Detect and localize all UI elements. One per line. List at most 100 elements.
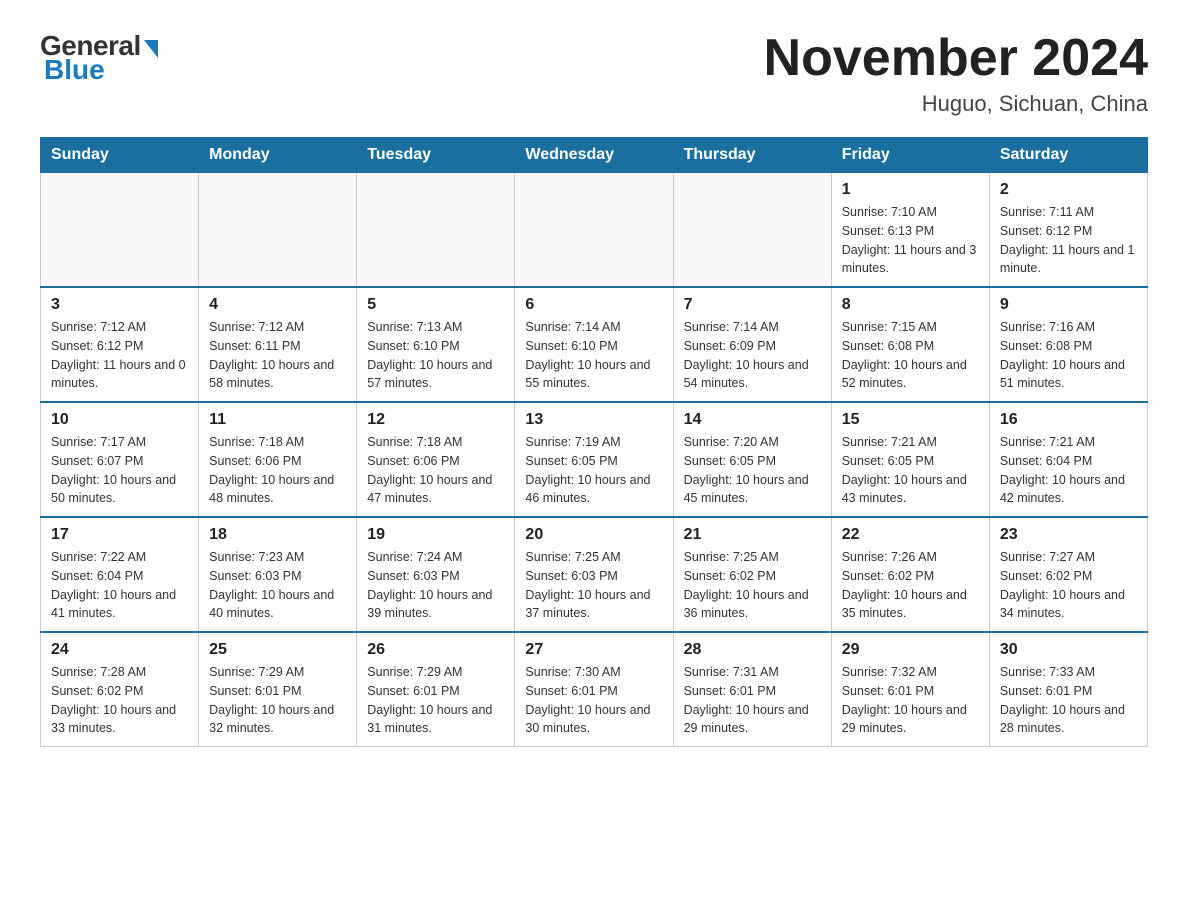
day-info: Sunrise: 7:17 AM Sunset: 6:07 PM Dayligh…	[51, 433, 188, 508]
day-info: Sunrise: 7:24 AM Sunset: 6:03 PM Dayligh…	[367, 548, 504, 623]
header-saturday: Saturday	[989, 138, 1147, 173]
table-row: 8 Sunrise: 7:15 AM Sunset: 6:08 PM Daylig…	[831, 287, 989, 402]
table-row: 11Sunrise: 7:18 AM Sunset: 6:06 PM Dayli…	[199, 402, 357, 517]
table-row	[199, 173, 357, 288]
day-info: Sunrise: 7:21 AM Sunset: 6:05 PM Dayligh…	[842, 433, 979, 508]
day-info: Sunrise: 7:13 AM Sunset: 6:10 PM Dayligh…	[367, 318, 504, 393]
table-row: 3Sunrise: 7:12 AM Sunset: 6:12 PM Daylig…	[41, 287, 199, 402]
table-row: 15 Sunrise: 7:21 AM Sunset: 6:05 PM Dayli…	[831, 402, 989, 517]
day-info: Sunrise: 7:30 AM Sunset: 6:01 PM Dayligh…	[525, 663, 662, 738]
table-row: 6 Sunrise: 7:14 AM Sunset: 6:10 PM Daylig…	[515, 287, 673, 402]
header-monday: Monday	[199, 138, 357, 173]
day-info: Sunrise: 7:19 AM Sunset: 6:05 PM Dayligh…	[525, 433, 662, 508]
day-info: Sunrise: 7:18 AM Sunset: 6:06 PM Dayligh…	[367, 433, 504, 508]
day-number: 3	[51, 296, 188, 314]
day-info: Sunrise: 7:14 AM Sunset: 6:09 PM Dayligh…	[684, 318, 821, 393]
table-row	[515, 173, 673, 288]
table-row: 22 Sunrise: 7:26 AM Sunset: 6:02 PM Dayli…	[831, 517, 989, 632]
header-tuesday: Tuesday	[357, 138, 515, 173]
day-info: Sunrise: 7:15 AM Sunset: 6:08 PM Dayligh…	[842, 318, 979, 393]
table-row	[41, 173, 199, 288]
logo: General Blue	[40, 30, 158, 86]
table-row: 16Sunrise: 7:21 AM Sunset: 6:04 PM Dayli…	[989, 402, 1147, 517]
table-row: 5 Sunrise: 7:13 AM Sunset: 6:10 PM Daylig…	[357, 287, 515, 402]
table-row: 26 Sunrise: 7:29 AM Sunset: 6:01 PM Dayli…	[357, 632, 515, 747]
day-info: Sunrise: 7:25 AM Sunset: 6:03 PM Dayligh…	[525, 548, 662, 623]
day-number: 20	[525, 526, 662, 544]
day-info: Sunrise: 7:22 AM Sunset: 6:04 PM Dayligh…	[51, 548, 188, 623]
calendar-body: 1 Sunrise: 7:10 AM Sunset: 6:13 PM Daylig…	[41, 173, 1148, 747]
calendar-week-row: 17 Sunrise: 7:22 AM Sunset: 6:04 PM Dayli…	[41, 517, 1148, 632]
day-number: 9	[1000, 296, 1137, 314]
table-row: 13 Sunrise: 7:19 AM Sunset: 6:05 PM Dayli…	[515, 402, 673, 517]
day-number: 6	[525, 296, 662, 314]
day-info: Sunrise: 7:10 AM Sunset: 6:13 PM Dayligh…	[842, 203, 979, 278]
table-row: 20 Sunrise: 7:25 AM Sunset: 6:03 PM Dayli…	[515, 517, 673, 632]
table-row: 10 Sunrise: 7:17 AM Sunset: 6:07 PM Dayli…	[41, 402, 199, 517]
calendar-table: Sunday Monday Tuesday Wednesday Thursday…	[40, 137, 1148, 747]
day-info: Sunrise: 7:21 AM Sunset: 6:04 PM Dayligh…	[1000, 433, 1137, 508]
table-row: 4 Sunrise: 7:12 AM Sunset: 6:11 PM Daylig…	[199, 287, 357, 402]
day-info: Sunrise: 7:28 AM Sunset: 6:02 PM Dayligh…	[51, 663, 188, 738]
day-number: 28	[684, 641, 821, 659]
table-row: 12 Sunrise: 7:18 AM Sunset: 6:06 PM Dayli…	[357, 402, 515, 517]
day-number: 4	[209, 296, 346, 314]
calendar-week-row: 10 Sunrise: 7:17 AM Sunset: 6:07 PM Dayli…	[41, 402, 1148, 517]
day-number: 5	[367, 296, 504, 314]
header-thursday: Thursday	[673, 138, 831, 173]
day-info: Sunrise: 7:18 AM Sunset: 6:06 PM Dayligh…	[209, 433, 346, 508]
table-row: 18Sunrise: 7:23 AM Sunset: 6:03 PM Dayli…	[199, 517, 357, 632]
table-row: 7 Sunrise: 7:14 AM Sunset: 6:09 PM Daylig…	[673, 287, 831, 402]
calendar-week-row: 3Sunrise: 7:12 AM Sunset: 6:12 PM Daylig…	[41, 287, 1148, 402]
day-info: Sunrise: 7:25 AM Sunset: 6:02 PM Dayligh…	[684, 548, 821, 623]
day-info: Sunrise: 7:31 AM Sunset: 6:01 PM Dayligh…	[684, 663, 821, 738]
day-info: Sunrise: 7:14 AM Sunset: 6:10 PM Dayligh…	[525, 318, 662, 393]
day-number: 27	[525, 641, 662, 659]
table-row: 19 Sunrise: 7:24 AM Sunset: 6:03 PM Dayli…	[357, 517, 515, 632]
table-row: 28 Sunrise: 7:31 AM Sunset: 6:01 PM Dayli…	[673, 632, 831, 747]
day-number: 10	[51, 411, 188, 429]
table-row	[673, 173, 831, 288]
logo-arrow-icon	[144, 40, 158, 58]
table-row: 17 Sunrise: 7:22 AM Sunset: 6:04 PM Dayli…	[41, 517, 199, 632]
header-wednesday: Wednesday	[515, 138, 673, 173]
day-number: 25	[209, 641, 346, 659]
day-number: 14	[684, 411, 821, 429]
table-row: 21Sunrise: 7:25 AM Sunset: 6:02 PM Dayli…	[673, 517, 831, 632]
day-number: 8	[842, 296, 979, 314]
table-row: 30Sunrise: 7:33 AM Sunset: 6:01 PM Dayli…	[989, 632, 1147, 747]
day-number: 23	[1000, 526, 1137, 544]
day-info: Sunrise: 7:29 AM Sunset: 6:01 PM Dayligh…	[209, 663, 346, 738]
table-row: 25 Sunrise: 7:29 AM Sunset: 6:01 PM Dayli…	[199, 632, 357, 747]
table-row	[357, 173, 515, 288]
day-number: 22	[842, 526, 979, 544]
day-info: Sunrise: 7:29 AM Sunset: 6:01 PM Dayligh…	[367, 663, 504, 738]
day-info: Sunrise: 7:26 AM Sunset: 6:02 PM Dayligh…	[842, 548, 979, 623]
day-info: Sunrise: 7:11 AM Sunset: 6:12 PM Dayligh…	[1000, 203, 1137, 278]
day-info: Sunrise: 7:32 AM Sunset: 6:01 PM Dayligh…	[842, 663, 979, 738]
day-info: Sunrise: 7:20 AM Sunset: 6:05 PM Dayligh…	[684, 433, 821, 508]
table-row: 14 Sunrise: 7:20 AM Sunset: 6:05 PM Dayli…	[673, 402, 831, 517]
day-number: 26	[367, 641, 504, 659]
day-info: Sunrise: 7:16 AM Sunset: 6:08 PM Dayligh…	[1000, 318, 1137, 393]
day-number: 12	[367, 411, 504, 429]
day-number: 15	[842, 411, 979, 429]
day-number: 24	[51, 641, 188, 659]
title-section: November 2024 Huguo, Sichuan, China	[764, 30, 1148, 117]
location-subtitle: Huguo, Sichuan, China	[764, 91, 1148, 117]
day-info: Sunrise: 7:23 AM Sunset: 6:03 PM Dayligh…	[209, 548, 346, 623]
table-row: 1 Sunrise: 7:10 AM Sunset: 6:13 PM Daylig…	[831, 173, 989, 288]
day-info: Sunrise: 7:12 AM Sunset: 6:11 PM Dayligh…	[209, 318, 346, 393]
day-number: 13	[525, 411, 662, 429]
day-number: 19	[367, 526, 504, 544]
table-row: 9 Sunrise: 7:16 AM Sunset: 6:08 PM Daylig…	[989, 287, 1147, 402]
header: General Blue November 2024 Huguo, Sichua…	[40, 30, 1148, 117]
header-sunday: Sunday	[41, 138, 199, 173]
day-number: 17	[51, 526, 188, 544]
day-number: 1	[842, 181, 979, 199]
table-row: 24 Sunrise: 7:28 AM Sunset: 6:02 PM Dayli…	[41, 632, 199, 747]
table-row: 27 Sunrise: 7:30 AM Sunset: 6:01 PM Dayli…	[515, 632, 673, 747]
day-number: 7	[684, 296, 821, 314]
table-row: 23 Sunrise: 7:27 AM Sunset: 6:02 PM Dayli…	[989, 517, 1147, 632]
day-info: Sunrise: 7:27 AM Sunset: 6:02 PM Dayligh…	[1000, 548, 1137, 623]
